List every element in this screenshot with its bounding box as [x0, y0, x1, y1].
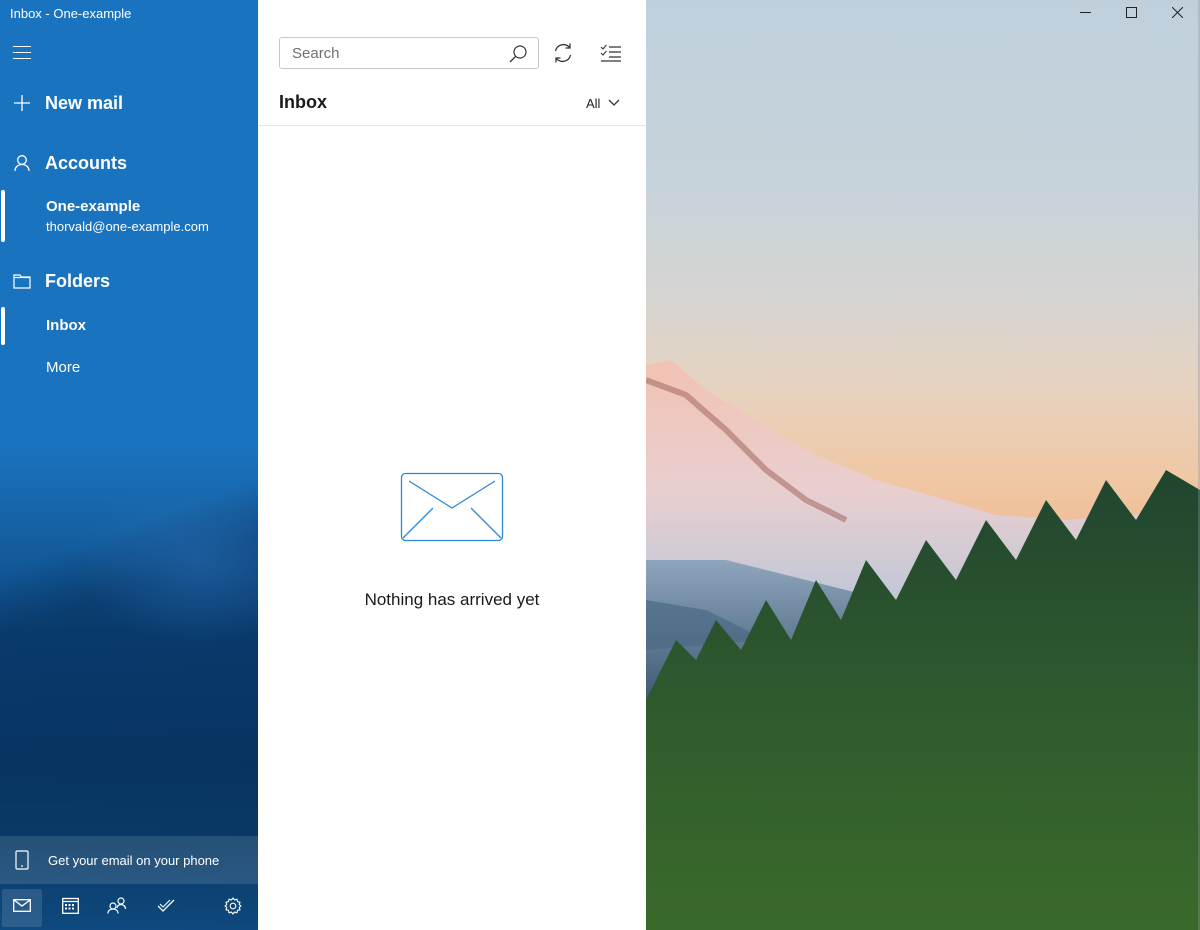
close-icon — [1171, 5, 1183, 23]
folder-title: Inbox — [279, 92, 327, 112]
sync-button[interactable] — [552, 42, 576, 66]
folders-label: Folders — [45, 270, 111, 291]
filter-value: All — [586, 95, 601, 111]
mail-nav-button[interactable] — [2, 889, 42, 927]
people-nav-button[interactable] — [97, 889, 137, 927]
chevron-down-icon — [608, 94, 620, 112]
get-email-on-phone-link[interactable]: Get your email on your phone — [0, 836, 258, 884]
account-name: One-example — [46, 198, 141, 215]
minimize-icon — [1079, 5, 1091, 23]
empty-mailbox-envelope-icon — [400, 472, 504, 542]
account-email: thorvald@one-example.com — [46, 219, 209, 234]
phone-icon — [0, 850, 44, 870]
search-box — [279, 37, 539, 69]
people-icon — [107, 897, 127, 919]
header-divider — [258, 125, 646, 126]
maximize-button[interactable] — [1108, 0, 1154, 28]
folder-item-more[interactable]: More — [0, 348, 258, 388]
selection-mode-button[interactable] — [600, 43, 624, 67]
todo-nav-button[interactable] — [146, 889, 186, 927]
new-mail-label: New mail — [45, 92, 124, 113]
selection-indicator — [1, 190, 5, 242]
reading-pane-background-image — [646, 0, 1200, 930]
sync-icon — [552, 43, 574, 68]
plus-icon — [0, 94, 44, 112]
todo-check-icon — [157, 899, 175, 918]
message-list-pane: Inbox All Nothing has arrived yet — [258, 0, 646, 930]
accounts-label: Accounts — [45, 152, 128, 173]
search-icon[interactable] — [508, 44, 528, 64]
close-button[interactable] — [1154, 0, 1200, 28]
calendar-icon — [61, 897, 79, 919]
folders-header[interactable]: Folders — [0, 266, 258, 296]
settings-nav-button[interactable] — [213, 889, 253, 927]
selection-indicator — [1, 307, 5, 345]
search-input[interactable] — [290, 43, 494, 63]
window-title: Inbox - One-example — [10, 6, 132, 21]
folder-icon — [0, 273, 44, 289]
phone-promo-label: Get your email on your phone — [48, 852, 220, 868]
folder-label: More — [46, 359, 81, 376]
new-mail-button[interactable]: New mail — [0, 88, 258, 118]
folder-item-inbox[interactable]: Inbox — [0, 306, 258, 346]
person-icon — [0, 154, 44, 172]
navigation-pane: Inbox - One-example New mail Accounts On… — [0, 0, 258, 930]
maximize-icon — [1125, 5, 1137, 23]
calendar-nav-button[interactable] — [50, 889, 90, 927]
window-controls — [1062, 0, 1200, 28]
folder-label: Inbox — [46, 317, 86, 334]
accounts-header[interactable]: Accounts — [0, 148, 258, 178]
empty-state-message: Nothing has arrived yet — [364, 590, 540, 609]
minimize-button[interactable] — [1062, 0, 1108, 28]
mountain-landscape — [646, 360, 1200, 930]
filter-dropdown[interactable]: All — [586, 94, 620, 112]
account-item[interactable]: One-example thorvald@one-example.com — [0, 190, 258, 242]
app-switcher — [0, 887, 258, 930]
hamburger-menu-button[interactable] — [13, 46, 31, 60]
checklist-icon — [600, 44, 622, 67]
mail-icon — [13, 899, 31, 917]
gear-icon — [224, 896, 242, 920]
